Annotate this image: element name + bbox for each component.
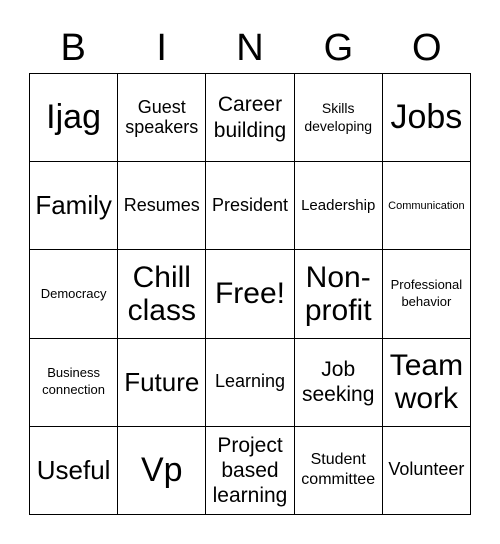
bingo-cell[interactable]: Volunteer <box>382 426 471 515</box>
bingo-cell[interactable]: Business connection <box>30 338 119 427</box>
bingo-grid: Ijag Guest speakers Career building Skil… <box>29 73 471 515</box>
header-letter-n: N <box>236 27 264 69</box>
bingo-cell[interactable]: Non-profit <box>294 250 383 339</box>
bingo-cell[interactable]: Resumes <box>118 162 207 251</box>
bingo-cell[interactable]: Useful <box>30 426 119 515</box>
header-letter-b: B <box>60 27 86 69</box>
bingo-cell[interactable]: Communication <box>382 162 471 251</box>
bingo-cell[interactable]: Guest speakers <box>118 74 207 163</box>
bingo-cell[interactable]: Job seeking <box>294 338 383 427</box>
bingo-cell[interactable]: Democracy <box>30 250 119 339</box>
bingo-cell[interactable]: Skills developing <box>294 74 383 163</box>
bingo-cell[interactable]: Professional behavior <box>382 250 471 339</box>
bingo-cell[interactable]: Career building <box>206 74 295 163</box>
bingo-header: B I N G O <box>29 22 471 74</box>
bingo-cell[interactable]: Leadership <box>294 162 383 251</box>
bingo-cell[interactable]: Family <box>30 162 119 251</box>
bingo-cell[interactable]: Student committee <box>294 426 383 515</box>
bingo-cell[interactable]: President <box>206 162 295 251</box>
bingo-cell[interactable]: Ijag <box>30 74 119 163</box>
bingo-cell[interactable]: Team work <box>382 338 471 427</box>
bingo-cell[interactable]: Jobs <box>382 74 471 163</box>
header-letter-i: I <box>156 27 167 69</box>
bingo-cell[interactable]: Learning <box>206 338 295 427</box>
bingo-cell[interactable]: Project based learning <box>206 426 295 515</box>
header-letter-o: O <box>412 27 442 69</box>
bingo-cell[interactable]: Vp <box>118 426 207 515</box>
bingo-cell[interactable]: Future <box>118 338 207 427</box>
free-space-cell[interactable]: Free! <box>206 250 295 339</box>
header-letter-g: G <box>323 27 354 69</box>
bingo-cell[interactable]: Chill class <box>118 250 207 339</box>
